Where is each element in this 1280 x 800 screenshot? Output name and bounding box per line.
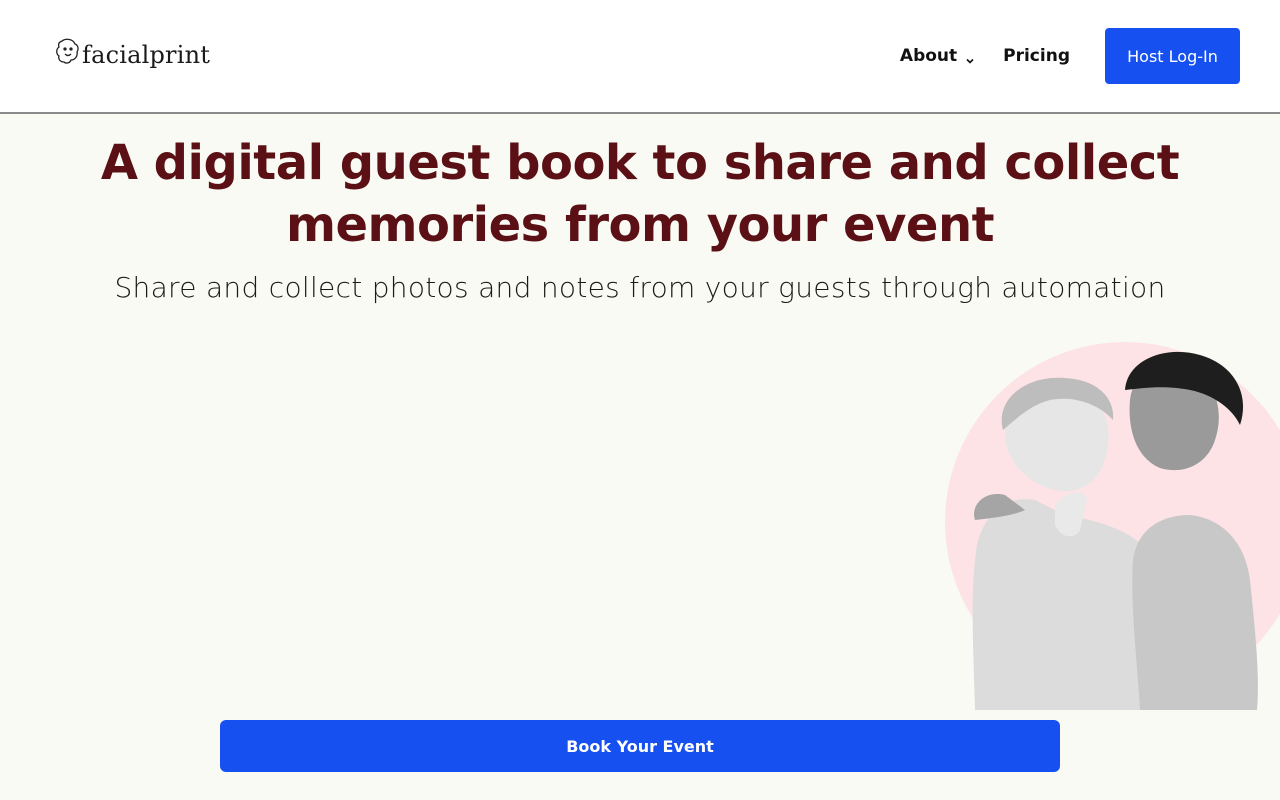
host-login-button[interactable]: Host Log-In: [1105, 28, 1240, 84]
hero-title: A digital guest book to share and collec…: [100, 135, 1180, 253]
nav-about[interactable]: About: [900, 46, 975, 66]
chevron-down-icon: [965, 51, 975, 64]
face-outline-icon: [54, 38, 80, 71]
nav-about-label: About: [899, 46, 958, 66]
site-header: facialprint About Pricing Host Log-In: [0, 0, 1280, 114]
hero-subtitle: Share and collect photos and notes from …: [114, 271, 1166, 304]
hero-photo: [915, 340, 1280, 710]
brand-logo[interactable]: facialprint: [54, 38, 210, 71]
book-event-button[interactable]: Book Your Event: [220, 720, 1060, 772]
brand-name: facialprint: [82, 40, 211, 69]
main-nav: About Pricing Host Log-In: [900, 28, 1240, 84]
nav-pricing[interactable]: Pricing: [1003, 46, 1070, 66]
